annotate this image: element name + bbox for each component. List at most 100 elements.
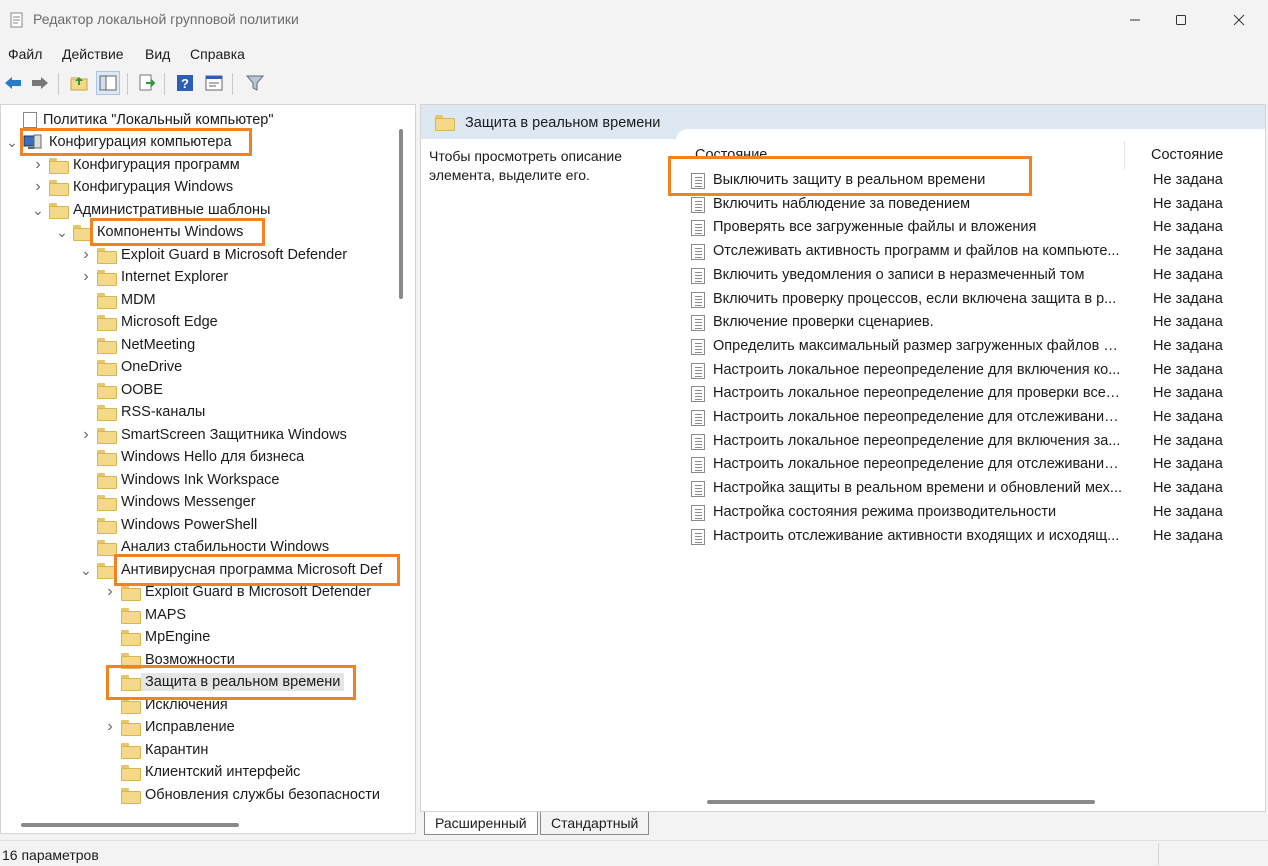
filter-icon[interactable] (243, 71, 267, 95)
highlight-box (20, 128, 252, 156)
chevron-right-icon[interactable]: › (103, 716, 117, 738)
tree-item[interactable]: › Конфигурация программ (31, 154, 240, 176)
folder-icon (97, 518, 117, 534)
folder-icon (97, 270, 117, 286)
tree-item-label: Конфигурация программ (73, 157, 240, 173)
menu-help[interactable]: Справка (190, 46, 245, 62)
forward-icon[interactable] (28, 71, 52, 95)
policy-row[interactable]: Включить проверку процессов, если включе… (691, 288, 1251, 311)
tree-item-label: Internet Explorer (121, 269, 229, 285)
menu-view[interactable]: Вид (145, 46, 170, 62)
tree-item[interactable]: MpEngine (103, 626, 210, 648)
menu-file[interactable]: Файл (8, 46, 42, 62)
chevron-down-icon[interactable]: ⌄ (31, 199, 45, 221)
tree-item-label: OOBE (121, 382, 163, 398)
tree-item[interactable]: Обновления службы безопасности (103, 784, 380, 806)
tree-item[interactable]: › Исправление (103, 716, 235, 738)
tree-item[interactable]: MAPS (103, 604, 186, 626)
maximize-icon[interactable] (1158, 0, 1204, 40)
content-pane: Защита в реальном времени Чтобы просмотр… (420, 104, 1266, 812)
status-bar: 16 параметров (0, 840, 1268, 866)
folder-icon (97, 360, 117, 376)
tree-item[interactable]: RSS-каналы (79, 401, 205, 423)
policy-row[interactable]: Настроить локальное переопределение для … (691, 359, 1251, 382)
tree-item[interactable]: Клиентский интерфейс (103, 761, 300, 783)
menu-action[interactable]: Действие (62, 46, 124, 62)
tree-vertical-scrollbar[interactable] (399, 129, 403, 299)
content-header-title: Защита в реальном времени (465, 115, 661, 131)
tree-item[interactable]: Microsoft Edge (79, 311, 218, 333)
tree-item[interactable]: MDM (79, 289, 156, 311)
policy-setting-icon (691, 338, 705, 355)
svg-text:?: ? (181, 76, 189, 91)
policy-row[interactable]: Настройка состояния режима производитель… (691, 501, 1251, 524)
chevron-right-icon[interactable]: › (79, 266, 93, 288)
column-header-state[interactable]: Состояние (1151, 147, 1223, 163)
tree-item[interactable]: Windows PowerShell (79, 514, 257, 536)
tree-item-label: RSS-каналы (121, 404, 206, 420)
folder-icon (73, 225, 93, 241)
tree-item[interactable]: › Exploit Guard в Microsoft Defender (79, 244, 347, 266)
chevron-right-icon[interactable]: › (79, 244, 93, 266)
tree-item[interactable]: Windows Messenger (79, 491, 256, 513)
policy-state: Не задана (1153, 527, 1223, 544)
policy-row[interactable]: Настроить локальное переопределение для … (691, 406, 1251, 429)
chevron-down-icon[interactable]: ⌄ (55, 221, 69, 243)
help-icon[interactable]: ? (173, 71, 197, 95)
highlight-box (668, 156, 1032, 196)
back-icon[interactable] (1, 71, 25, 95)
policy-row[interactable]: Настроить отслеживание активности входящ… (691, 525, 1251, 548)
up-folder-icon[interactable] (67, 71, 91, 95)
tree-item[interactable]: OOBE (79, 379, 163, 401)
content-horizontal-scrollbar[interactable] (707, 800, 1095, 804)
tree-item[interactable]: NetMeeting (79, 334, 195, 356)
policy-state: Не задана (1153, 432, 1223, 449)
policy-row[interactable]: Настройка защиты в реальном времени и об… (691, 477, 1251, 500)
tab-extended[interactable]: Расширенный (424, 812, 538, 835)
chevron-down-icon[interactable]: ⌄ (79, 559, 93, 581)
chevron-right-icon[interactable]: › (79, 424, 93, 446)
tree-item[interactable]: › SmartScreen Защитника Windows (79, 424, 347, 446)
policy-row[interactable]: Включить уведомления о записи в неразмеч… (691, 264, 1251, 287)
close-icon[interactable] (1216, 0, 1262, 40)
policy-row[interactable]: Отслеживать активность программ и файлов… (691, 240, 1251, 263)
policy-row[interactable]: Включение проверки сценариев. Не задана (691, 311, 1251, 334)
policy-row[interactable]: Настроить локальное переопределение для … (691, 453, 1251, 476)
policy-row[interactable]: Включить наблюдение за поведением Не зада… (691, 193, 1251, 216)
export-list-icon[interactable] (135, 71, 159, 95)
policy-setting-icon (691, 528, 705, 545)
tree-horizontal-scrollbar[interactable] (21, 823, 239, 827)
minimize-icon[interactable] (1112, 0, 1158, 40)
tree-item[interactable]: Карантин (103, 739, 208, 761)
tree-item[interactable]: Windows Hello для бизнеса (79, 446, 304, 468)
chevron-down-icon[interactable]: ⌄ (5, 131, 19, 153)
tree-item[interactable]: OneDrive (79, 356, 182, 378)
policy-row[interactable]: Настроить локальное переопределение для … (691, 382, 1251, 405)
tree-item[interactable]: › Internet Explorer (79, 266, 228, 288)
tree-item[interactable]: › Конфигурация Windows (31, 176, 233, 198)
folder-icon (97, 405, 117, 421)
folder-icon (121, 698, 141, 714)
folder-icon (121, 720, 141, 736)
folder-icon (49, 180, 69, 196)
chevron-right-icon[interactable]: › (31, 154, 45, 176)
tree-item-label: Административные шаблоны (73, 202, 271, 218)
tree-item[interactable]: Windows Ink Workspace (79, 469, 279, 491)
tree-item-label: Обновления службы безопасности (145, 787, 380, 803)
properties-icon[interactable] (202, 71, 226, 95)
tab-standard[interactable]: Стандартный (540, 812, 650, 835)
policy-row[interactable]: Проверять все загруженные файлы и вложен… (691, 216, 1251, 239)
show-hide-tree-icon[interactable] (96, 71, 120, 95)
policy-state: Не задана (1153, 503, 1223, 520)
policy-row[interactable]: Определить максимальный размер загруженн… (691, 335, 1251, 358)
title-bar: Редактор локальной групповой политики (0, 0, 1268, 40)
chevron-right-icon[interactable]: › (31, 176, 45, 198)
policy-row[interactable]: Настроить локальное переопределение для … (691, 430, 1251, 453)
tree-item-label: Windows Hello для бизнеса (121, 449, 305, 465)
tree-item-label: OneDrive (121, 359, 183, 375)
